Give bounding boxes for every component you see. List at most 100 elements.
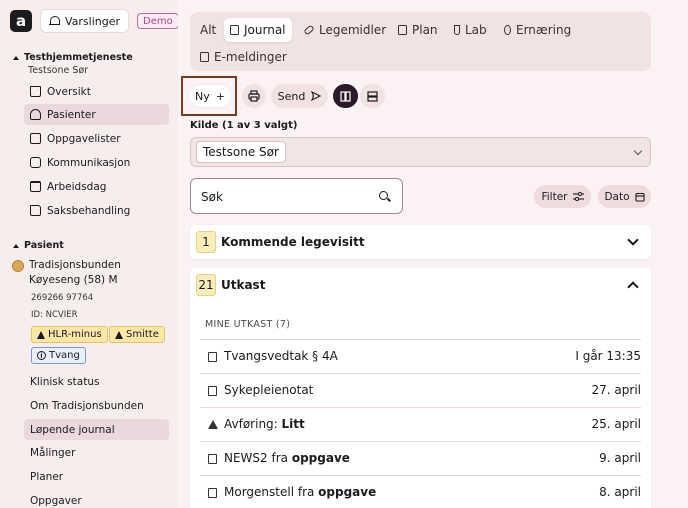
tab-legemidler[interactable]: Legemidler (298, 18, 392, 42)
warning-icon (37, 330, 45, 339)
folder-icon (30, 205, 41, 216)
source-chip[interactable]: Testsone Sør (196, 141, 286, 163)
nav-label: Kommunikasjon (47, 156, 131, 169)
tab-ernaering[interactable]: Ernæring (498, 18, 577, 42)
draft-text-bold: oppgave (318, 485, 377, 499)
patient-link-klinisk-status[interactable]: Klinisk status (24, 371, 169, 392)
column-view-button[interactable] (333, 84, 358, 108)
new-entry-button[interactable]: Ny + (188, 84, 232, 108)
nav-item-saksbehandling[interactable]: Saksbehandling (24, 200, 169, 221)
journal-icon (230, 25, 239, 35)
search-field[interactable] (190, 178, 403, 214)
draft-title: Tvangsvedtak § 4A (224, 349, 338, 363)
notifications-button[interactable]: Varslinger (40, 9, 130, 33)
draft-row[interactable]: Tvangsvedtak § 4A I går 13:35 (200, 339, 641, 373)
draft-text-bold: oppgave (291, 451, 350, 465)
document-icon (208, 386, 217, 396)
tag-tvang[interactable]: i Tvang (31, 347, 86, 364)
draft-title: Avføring: Litt (224, 417, 305, 431)
tab-plan[interactable]: Plan (392, 18, 444, 42)
tab-alt[interactable]: Alt (194, 18, 222, 42)
patient-header: Tradisjonsbunden Køyeseng (58) M (12, 258, 121, 288)
tag-smitte[interactable]: Smitte (109, 326, 165, 343)
calendar-icon (634, 192, 645, 202)
chevron-down-icon[interactable] (627, 234, 639, 246)
tab-label: Ernæring (516, 23, 572, 37)
patient-id: ID: NCVIER (31, 310, 78, 320)
plan-icon (398, 25, 407, 35)
nav-label: Arbeidsdag (47, 180, 107, 193)
tab-label: Plan (412, 23, 438, 37)
patient-link-oppgaver[interactable]: Oppgaver (24, 490, 169, 508)
tab-journal[interactable]: Journal (224, 18, 292, 42)
tab-label: Alt (200, 23, 217, 37)
nav-item-arbeidsdag[interactable]: Arbeidsdag (24, 176, 169, 197)
draft-row[interactable]: Sykepleienotat 27. april (200, 373, 641, 407)
draft-row[interactable]: Avføring: Litt 25. april (200, 407, 641, 441)
draft-text: NEWS2 fra (224, 451, 292, 465)
search-input[interactable] (201, 187, 361, 207)
tab-label: E-meldinger (214, 50, 287, 64)
patient-link-malinger[interactable]: Målinger (24, 442, 169, 463)
new-entry-label: Ny (195, 89, 210, 103)
chevron-up-icon[interactable] (627, 281, 639, 293)
draft-row[interactable]: NEWS2 fra oppgave 9. april (200, 441, 641, 475)
drafts-subheading: MINE UTKAST (7) (205, 319, 291, 330)
nav-label: Oppgavelister (47, 132, 121, 145)
source-select[interactable]: Testsone Sør (190, 137, 651, 167)
draft-text: Tvangsvedtak § 4A (224, 349, 338, 363)
warning-icon (115, 330, 123, 339)
tab-lab[interactable]: Lab (448, 18, 493, 42)
send-label: Send (277, 89, 306, 103)
tab-e-meldinger[interactable]: E-meldinger (194, 45, 293, 69)
tab-label: Journal (244, 23, 286, 37)
pill-icon (303, 24, 315, 36)
row-view-button[interactable] (360, 84, 385, 108)
nav-label: Pasienter (47, 108, 96, 121)
nav-item-oversikt[interactable]: Oversikt (24, 81, 169, 102)
columns-icon (340, 90, 351, 102)
org-subtitle: Testsone Sør (28, 65, 89, 76)
patient-link-planer[interactable]: Planer (24, 466, 169, 487)
patient-link-lopende-journal[interactable]: Løpende journal (24, 419, 169, 440)
chart-icon (208, 454, 217, 464)
document-icon (208, 352, 217, 362)
tag-label: HLR-minus (48, 329, 102, 340)
patient-name-line2: Køyeseng (58) M (29, 274, 118, 286)
search-icon[interactable] (379, 191, 388, 200)
nav-item-pasienter[interactable]: Pasienter (24, 104, 169, 125)
nav-item-oppgavelister[interactable]: Oppgavelister (24, 128, 169, 149)
date-button[interactable]: Dato (598, 185, 651, 208)
count-badge: 21 (196, 274, 216, 296)
count-badge: 1 (196, 231, 216, 253)
bell-icon (49, 15, 60, 27)
print-button[interactable] (242, 84, 266, 108)
warning-icon (208, 420, 218, 429)
nutrition-icon (504, 25, 511, 35)
patient-section-label: Pasient (24, 240, 64, 251)
upcoming-visit-card[interactable]: 1 Kommende legevisitt (190, 225, 651, 259)
chat-icon (30, 157, 41, 168)
caret-up-icon (13, 243, 19, 248)
card-title: Utkast (221, 278, 266, 292)
main-content: Alt Journal Legemidler Plan Lab Ernæring… (178, 0, 688, 508)
source-label: Kilde (1 av 3 valgt) (190, 120, 298, 131)
caret-up-icon (13, 55, 19, 60)
patient-link-om[interactable]: Om Tradisjonsbunden (24, 395, 169, 416)
patient-section-header[interactable]: Pasient (13, 240, 64, 251)
tag-hlr-minus[interactable]: HLR-minus (31, 326, 108, 343)
app-logo[interactable]: a (10, 10, 32, 32)
filter-button[interactable]: Filter (534, 185, 591, 208)
draft-row[interactable]: Morgenstell fra oppgave 8. april (200, 475, 641, 508)
top-bar: a Varslinger Demo (10, 9, 179, 33)
send-button[interactable]: Send (271, 84, 328, 108)
nav-item-kommunikasjon[interactable]: Kommunikasjon (24, 152, 169, 173)
journal-tabs: Alt Journal Legemidler Plan Lab Ernæring… (190, 12, 651, 71)
people-icon (30, 109, 41, 120)
org-section-header[interactable]: Testhjemmetjeneste (13, 52, 133, 63)
calendar-icon (30, 181, 41, 192)
plus-icon: + (215, 89, 225, 103)
draft-date: 9. april (599, 451, 641, 465)
avatar (12, 260, 24, 272)
nav-label: Saksbehandling (47, 204, 131, 217)
